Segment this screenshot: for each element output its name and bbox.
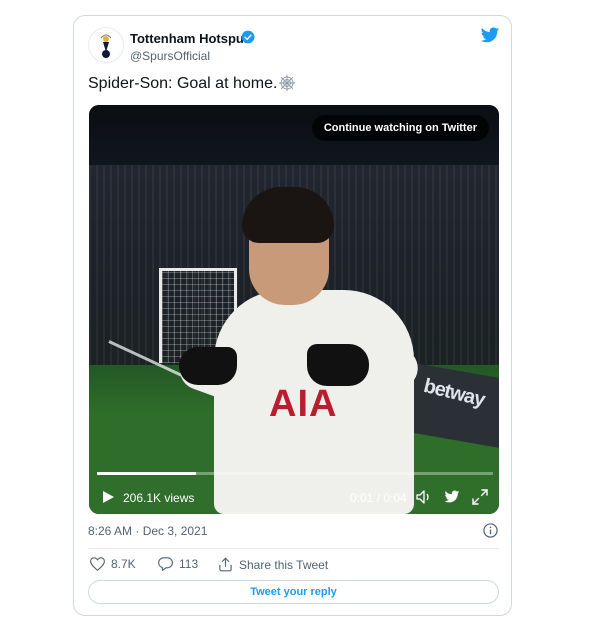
- divider: [88, 548, 499, 549]
- comment-icon: [158, 557, 173, 571]
- spider-web-icon: [278, 74, 296, 92]
- tweet-text: Spider-Son: Goal at home.: [88, 75, 278, 92]
- twitter-bird-icon[interactable]: [480, 27, 500, 44]
- share-label: Share this Tweet: [239, 557, 329, 572]
- reply-count-button[interactable]: 113: [158, 557, 198, 571]
- player-glove-left: [179, 347, 237, 385]
- tweet-timestamp[interactable]: 8:26 AM · Dec 3, 2021: [88, 524, 207, 538]
- player-glove-right: [307, 344, 369, 386]
- play-icon[interactable]: [101, 490, 115, 504]
- shirt-sponsor-text: AIA: [269, 383, 338, 425]
- like-button[interactable]: 8.7K: [90, 557, 136, 571]
- video-time: 0:01 / 0:04: [350, 491, 407, 505]
- spurs-crest-icon: [100, 34, 112, 58]
- twitter-small-icon[interactable]: [444, 490, 460, 504]
- video-progress-bar[interactable]: [97, 472, 493, 475]
- avatar[interactable]: [88, 27, 124, 63]
- video-controls: 206.1K views 0:01 / 0:04: [89, 480, 499, 514]
- author-handle[interactable]: @SpursOfficial: [130, 49, 210, 63]
- share-icon: [219, 557, 232, 572]
- fullscreen-icon[interactable]: [472, 489, 488, 505]
- video-progress-fill: [97, 472, 196, 475]
- reply-count: 113: [179, 557, 199, 571]
- tweet-your-reply-button[interactable]: Tweet your reply: [88, 580, 499, 604]
- tweet-card: Tottenham Hotspur @SpursOfficial Spider-…: [73, 15, 512, 616]
- verified-badge-icon: [241, 30, 255, 44]
- info-icon[interactable]: [483, 523, 498, 538]
- like-count: 8.7K: [111, 557, 136, 571]
- heart-icon: [90, 557, 105, 571]
- share-button[interactable]: Share this Tweet: [218, 557, 328, 572]
- author-name[interactable]: Tottenham Hotspur: [130, 31, 249, 46]
- tweet-actions: 8.7K 113 Share this Tweet: [88, 557, 499, 577]
- video-player[interactable]: betway AIA Continue watching on Twitter …: [89, 105, 499, 514]
- view-count: 206.1K views: [123, 491, 195, 505]
- player-hair: [242, 187, 334, 243]
- continue-watching-button[interactable]: Continue watching on Twitter: [311, 115, 489, 141]
- volume-icon[interactable]: [416, 489, 432, 505]
